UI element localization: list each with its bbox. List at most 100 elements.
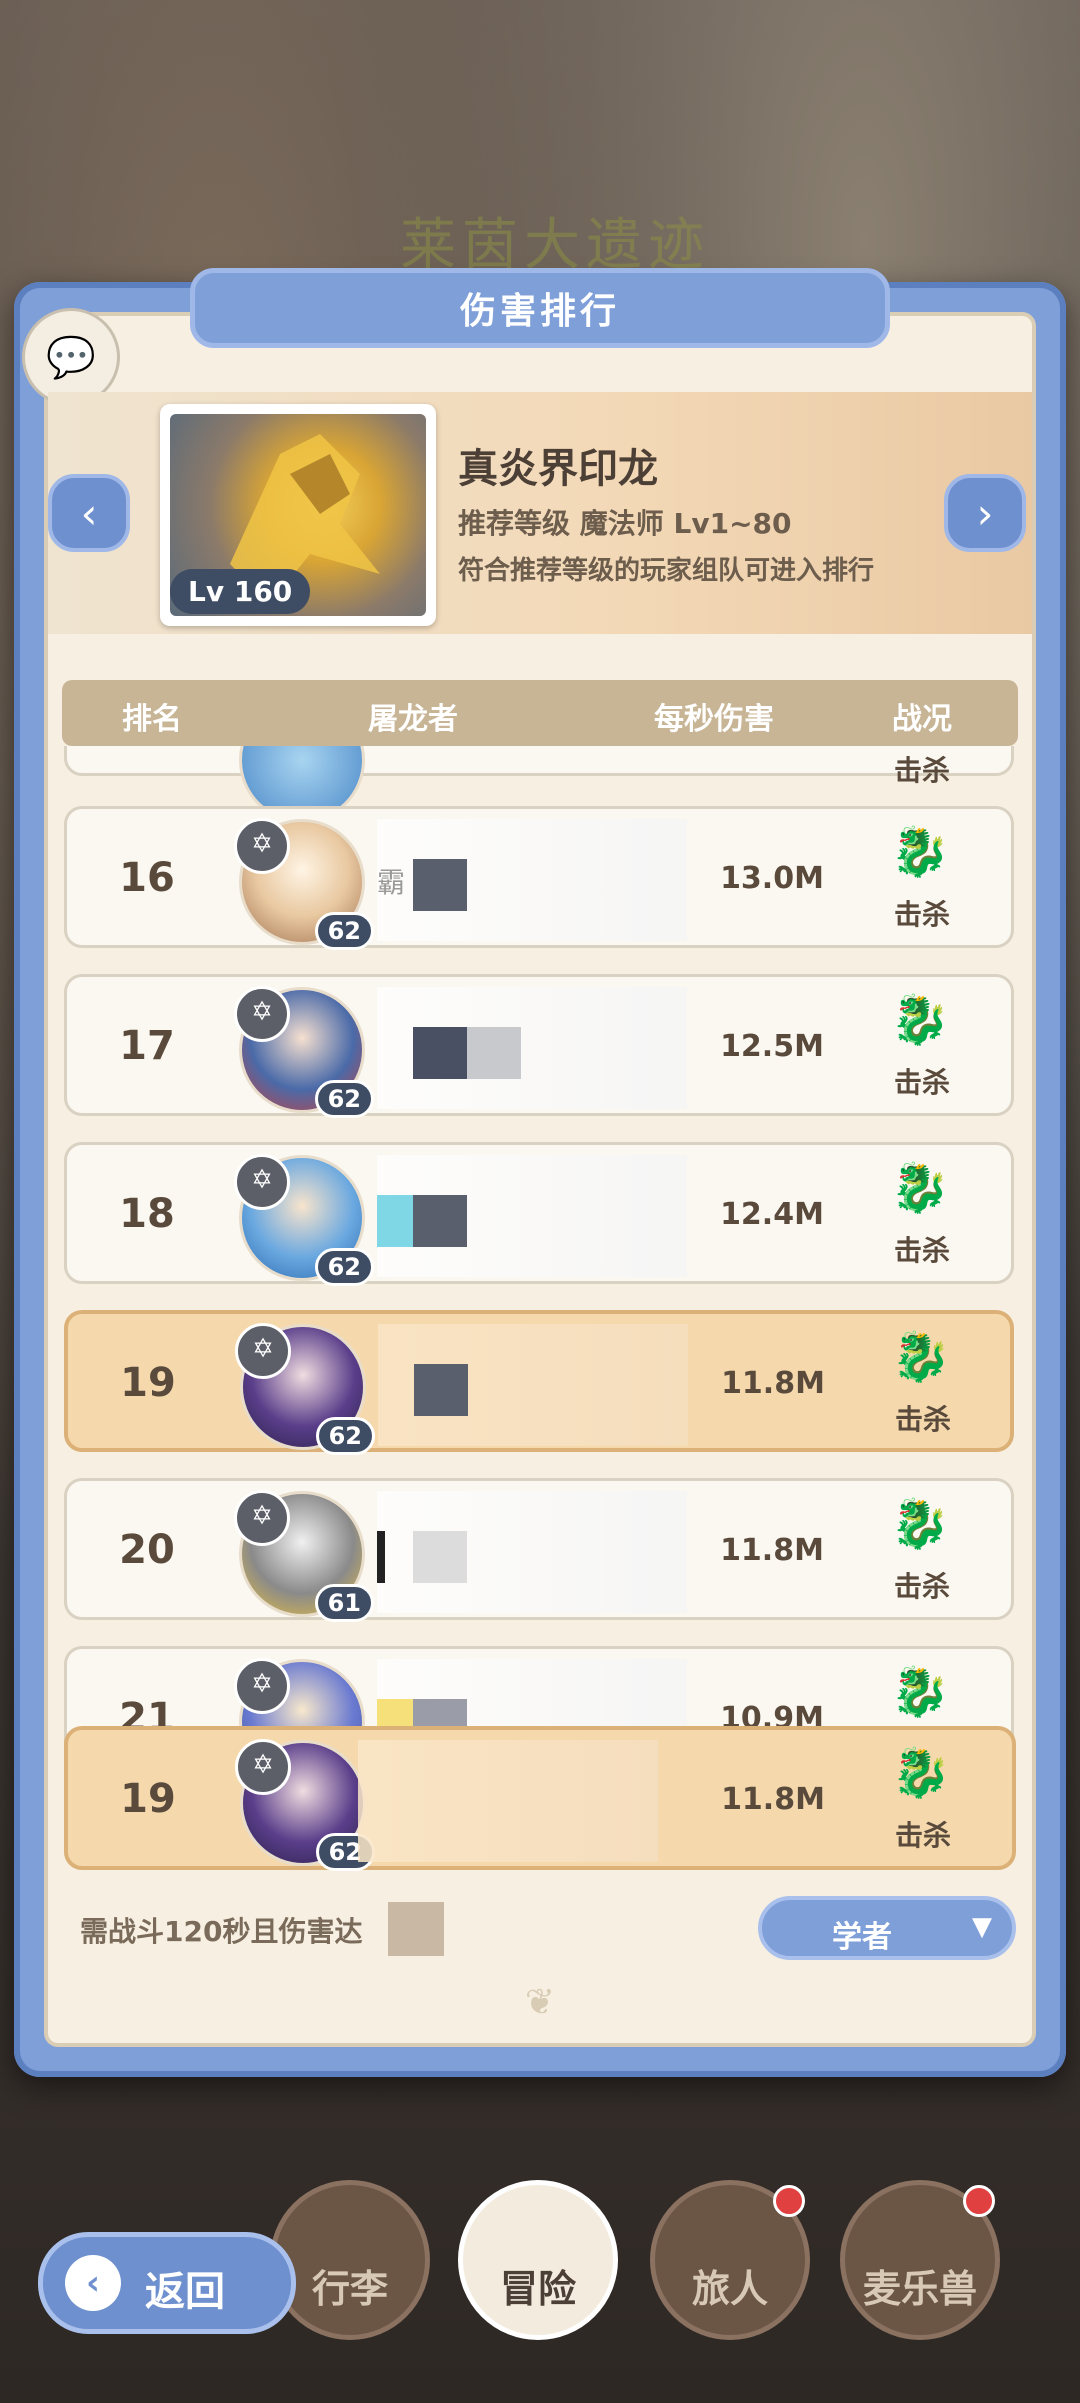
status-text: 击杀 xyxy=(893,1570,950,1603)
requirement-note: 需战斗120秒且伤害达 xyxy=(80,1915,363,1948)
rank-number: 20 xyxy=(119,1527,175,1573)
nav-adventure[interactable]: 冒险 xyxy=(458,2180,618,2340)
dragon-kill-icon: 🐉 xyxy=(890,992,950,1048)
chevron-left-icon: ‹ xyxy=(80,488,98,538)
nav-travelers-label: 旅人 xyxy=(691,2267,768,2311)
panel-title: 伤害排行 xyxy=(190,268,890,348)
notification-dot xyxy=(773,2185,805,2217)
avatar: ✡ 62 xyxy=(234,818,374,950)
pixelated-block xyxy=(467,1027,521,1079)
rank-number: 19 xyxy=(120,1360,176,1406)
status-text: 击杀 xyxy=(893,898,950,931)
dps-value: 12.5M xyxy=(720,1029,824,1064)
table-row[interactable]: 18 ✡ 62 12.4M 🐉 击杀 xyxy=(64,1142,1014,1286)
player-name-redacted xyxy=(378,1324,688,1446)
next-boss-button[interactable]: › xyxy=(944,474,1026,552)
class-emblem-icon: ✡ xyxy=(234,986,290,1042)
boss-portrait[interactable]: Lv 160 xyxy=(160,404,436,626)
back-label: 返回 xyxy=(145,2269,225,2315)
rank-number: 16 xyxy=(119,855,175,901)
dragon-kill-icon: 🐉 xyxy=(890,1496,950,1552)
pixelated-block xyxy=(377,1531,385,1583)
status-text: 击杀 xyxy=(893,1234,950,1267)
level-badge: 62 xyxy=(314,1248,374,1286)
player-name-redacted xyxy=(358,1740,658,1862)
boss-level-badge: Lv 160 xyxy=(170,569,311,614)
status-text: 击杀 xyxy=(894,1819,951,1852)
header-dps: 每秒伤害 xyxy=(654,702,774,737)
pixelated-block xyxy=(413,1027,467,1079)
avatar: ✡ 62 xyxy=(235,1323,375,1455)
header-status: 战况 xyxy=(892,702,952,737)
ranking-list[interactable]: 61 击杀 16 ✡ 62 霸 13.0M 🐉 击杀 17 ✡ 62 12.5M… xyxy=(48,746,1032,1878)
table-row[interactable]: 61 击杀 xyxy=(64,746,1014,823)
boss-recommend: 推荐等级 魔法师 Lv1~80 xyxy=(458,507,792,540)
dragon-kill-icon: 🐉 xyxy=(891,1329,951,1385)
class-emblem-icon: ✡ xyxy=(234,1490,290,1546)
pixelated-block xyxy=(414,1364,468,1416)
player-name-redacted xyxy=(377,987,687,1109)
class-emblem-icon: ✡ xyxy=(235,1323,291,1379)
requirement-value-redacted xyxy=(388,1902,444,1956)
rank-number: 18 xyxy=(119,1191,175,1237)
my-rank-row[interactable]: 19 ✡ 62 11.8M 🐉 击杀 xyxy=(64,1726,1016,1871)
level-badge: 61 xyxy=(314,1584,374,1622)
nav-travelers[interactable]: 旅人 xyxy=(650,2180,810,2340)
class-emblem-icon: ✡ xyxy=(234,1154,290,1210)
table-row[interactable]: 20 ✡ 61 11.8M 🐉 击杀 xyxy=(64,1478,1014,1622)
level-badge: 62 xyxy=(315,1417,375,1455)
dps-value: 13.0M xyxy=(720,861,824,896)
class-filter-value: 学者 xyxy=(832,1920,892,1955)
pixelated-block xyxy=(377,1195,413,1247)
dragon-kill-icon: 🐉 xyxy=(890,824,950,880)
panel-ornament: ❦ xyxy=(524,1982,556,2023)
chevron-right-icon: › xyxy=(976,488,994,538)
level-badge: 62 xyxy=(314,1080,374,1118)
pixelated-block xyxy=(413,1195,467,1247)
status-text: 击杀 xyxy=(894,1403,951,1436)
table-row-highlighted[interactable]: 19 ✡ 62 11.8M 🐉 击杀 xyxy=(64,1310,1014,1455)
dps-value: 11.8M xyxy=(721,1782,825,1817)
rank-number: 19 xyxy=(120,1776,176,1822)
dragon-kill-icon: 🐉 xyxy=(890,1160,950,1216)
dragon-kill-icon: 🐉 xyxy=(890,1664,950,1720)
avatar: ✡ 62 xyxy=(234,1154,374,1286)
pixelated-block xyxy=(413,1531,467,1583)
avatar: ✡ 61 xyxy=(234,1490,374,1622)
rank-number: 17 xyxy=(119,1023,175,1069)
header-player: 屠龙者 xyxy=(368,702,458,737)
table-row[interactable]: 16 ✡ 62 霸 13.0M 🐉 击杀 xyxy=(64,806,1014,950)
avatar: ✡ 62 xyxy=(234,986,374,1118)
boss-description: 符合推荐等级的玩家组队可进入排行 xyxy=(458,556,875,586)
dragon-kill-icon: 🐉 xyxy=(891,1745,951,1801)
nav-mellow-beast-label: 麦乐兽 xyxy=(862,2267,977,2311)
level-badge: 62 xyxy=(314,912,374,950)
caret-down-icon: ▼ xyxy=(972,1912,992,1942)
status-text: 击杀 xyxy=(893,754,950,787)
pixelated-block xyxy=(413,859,467,911)
nav-mellow-beast[interactable]: 麦乐兽 xyxy=(840,2180,1000,2340)
nav-luggage[interactable]: 行李 xyxy=(270,2180,430,2340)
nav-adventure-label: 冒险 xyxy=(499,2267,576,2311)
back-button[interactable]: ‹ 返回 xyxy=(38,2232,296,2334)
dps-value: 11.8M xyxy=(720,1533,824,1568)
player-name-partial: 霸 xyxy=(377,866,406,899)
player-name-redacted xyxy=(377,1155,687,1277)
back-arrow-icon: ‹ xyxy=(65,2255,121,2311)
class-emblem-icon: ✡ xyxy=(234,818,290,874)
table-row[interactable]: 17 ✡ 62 12.5M 🐉 击杀 xyxy=(64,974,1014,1118)
table-header: 排名 屠龙者 每秒伤害 战况 xyxy=(62,680,1018,746)
nav-luggage-label: 行李 xyxy=(311,2267,388,2311)
class-filter-dropdown[interactable]: 学者 ▼ xyxy=(758,1896,1016,1960)
dps-value: 12.4M xyxy=(720,1197,824,1232)
header-rank: 排名 xyxy=(122,702,182,737)
status-text: 击杀 xyxy=(893,1066,950,1099)
dps-value: 11.8M xyxy=(721,1366,825,1401)
notification-dot xyxy=(963,2185,995,2217)
table-row-highlighted[interactable]: 19 ✡ 62 11.8M 🐉 击杀 xyxy=(64,1726,1016,1871)
prev-boss-button[interactable]: ‹ xyxy=(48,474,130,552)
class-emblem-icon: ✡ xyxy=(235,1739,291,1795)
player-name-redacted xyxy=(377,1491,687,1613)
player-name-redacted: 霸 xyxy=(377,819,687,941)
class-emblem-icon: ✡ xyxy=(234,1658,290,1714)
